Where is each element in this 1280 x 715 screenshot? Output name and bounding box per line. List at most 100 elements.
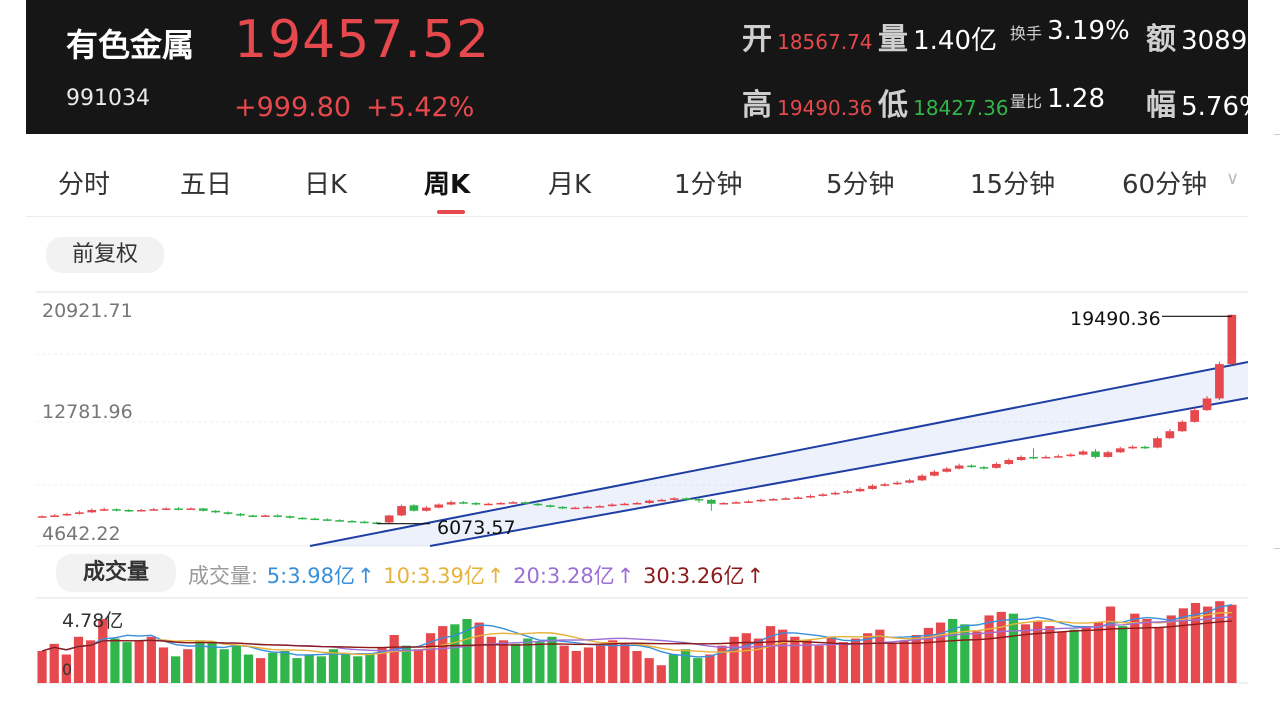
- candle-body: [942, 468, 952, 472]
- volume-bar: [207, 642, 217, 683]
- candle-body: [285, 516, 295, 518]
- candle-body: [669, 498, 679, 500]
- candle-body: [198, 508, 208, 511]
- high-annotation: 19490.36: [1070, 308, 1161, 330]
- candle-body: [657, 499, 667, 502]
- volume-bar: [887, 643, 897, 683]
- candle-body: [645, 500, 654, 503]
- candle-body: [1004, 460, 1014, 464]
- candle-body: [434, 504, 444, 508]
- candle-body: [1202, 398, 1212, 411]
- candle-body: [930, 471, 939, 476]
- volume-bar: [231, 645, 241, 683]
- candle-body: [707, 499, 716, 504]
- y-label-min: 4642.22: [42, 523, 121, 545]
- candle-body: [632, 502, 642, 505]
- volume-indicator-button[interactable]: 成交量: [56, 554, 176, 592]
- ma5-value: 5:3.98亿: [266, 564, 355, 588]
- candle-body: [818, 494, 828, 496]
- volume-bar: [753, 638, 764, 683]
- low-annotation: 6073.57: [437, 517, 516, 539]
- volume-bar: [1069, 629, 1079, 683]
- candle-body: [360, 521, 369, 524]
- candle-body: [570, 507, 580, 510]
- candle-body: [954, 465, 964, 469]
- y-label-mid: 12781.96: [42, 401, 133, 423]
- candle-body: [521, 502, 530, 504]
- ma10-arrow-icon: ↑: [486, 564, 505, 588]
- volume-bar: [863, 633, 873, 683]
- volume-bar: [838, 642, 849, 683]
- ma10-value: 10:3.39亿: [383, 564, 485, 588]
- candle-body: [1091, 451, 1100, 457]
- candle-body: [124, 509, 134, 512]
- volume-bar: [778, 629, 788, 683]
- volume-bar: [183, 649, 193, 683]
- volume-bar: [644, 658, 654, 683]
- y-label-max: 20921.71: [42, 300, 133, 322]
- volume-bar: [243, 654, 254, 683]
- volume-bar: [171, 656, 181, 683]
- volume-bar: [474, 622, 484, 683]
- candle-body: [99, 509, 109, 511]
- volume-bar: [960, 624, 970, 683]
- candle-body: [843, 491, 852, 493]
- candle-body: [347, 520, 357, 523]
- candle-body: [793, 497, 803, 500]
- candle-body: [149, 509, 159, 511]
- volume-bar: [705, 654, 715, 683]
- candle-body: [1103, 452, 1113, 457]
- ma5-arrow-icon: ↑: [356, 564, 375, 588]
- candle-body: [744, 501, 753, 503]
- volume-bar: [389, 634, 399, 683]
- candle-body: [979, 467, 989, 469]
- candle-body: [1115, 448, 1125, 453]
- volume-bar: [656, 665, 666, 683]
- volume-bar: [535, 642, 545, 683]
- candle-body: [806, 495, 815, 498]
- candle-body: [298, 517, 307, 520]
- candle-body: [508, 502, 518, 504]
- volume-bar: [146, 636, 156, 683]
- volume-bar: [256, 658, 266, 683]
- candle-body: [781, 498, 791, 500]
- volume-bar: [158, 647, 169, 683]
- volume-bar: [510, 643, 521, 683]
- candle-body: [174, 508, 183, 510]
- candle-body: [335, 520, 344, 522]
- volume-bar: [680, 649, 691, 683]
- candle-body: [409, 505, 419, 511]
- ma30-value: 30:3.26亿: [642, 564, 745, 588]
- candle-body: [607, 504, 617, 507]
- candle-body: [422, 507, 431, 511]
- candle-body: [248, 515, 258, 517]
- volume-max-label: 4.78亿: [62, 610, 124, 632]
- volume-bar: [996, 611, 1006, 683]
- volume-bar: [316, 656, 326, 683]
- kline-chart[interactable]: [0, 0, 1280, 715]
- volume-bar: [1105, 606, 1116, 683]
- volume-bar: [438, 626, 448, 683]
- volume-bar: [353, 656, 363, 683]
- volume-bar: [608, 640, 618, 683]
- candle-body: [1177, 421, 1187, 432]
- candle-body: [1078, 451, 1088, 455]
- candle-body: [483, 503, 493, 506]
- volume-bar: [571, 650, 581, 683]
- candle-body: [558, 506, 567, 509]
- candle-body: [756, 499, 766, 502]
- candle-body: [830, 492, 840, 495]
- candle-body: [161, 508, 171, 510]
- volume-bar: [268, 652, 278, 683]
- candle-body: [223, 512, 233, 514]
- volume-bar: [595, 643, 606, 683]
- candle-body: [310, 518, 320, 521]
- candle-body: [1227, 314, 1237, 365]
- volume-legend-prefix: 成交量:: [188, 564, 259, 588]
- volume-bar: [280, 650, 290, 683]
- volume-bar: [37, 650, 47, 683]
- edge-mark: [1274, 134, 1280, 135]
- volume-bar: [559, 645, 569, 683]
- candle-body: [1053, 456, 1063, 458]
- candle-body: [1215, 364, 1224, 399]
